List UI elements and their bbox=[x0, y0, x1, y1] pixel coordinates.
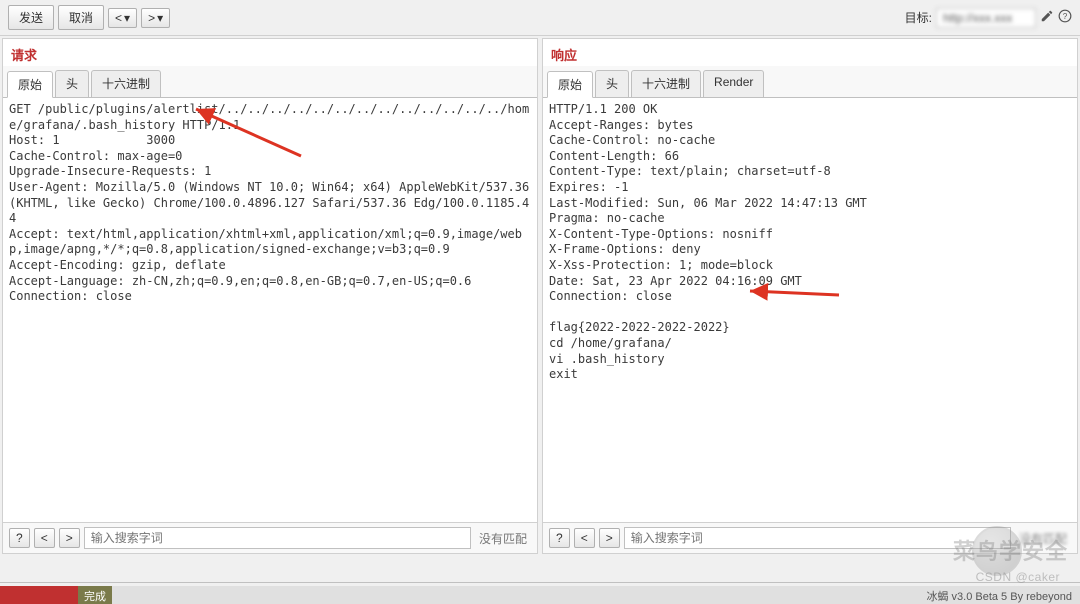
strip-done: 完成 bbox=[78, 586, 112, 604]
svg-text:?: ? bbox=[1063, 12, 1068, 21]
dropdown-icon: ▾ bbox=[124, 11, 130, 25]
dropdown-icon: ▾ bbox=[157, 11, 163, 25]
watermark-text: 菜鸟学安全 bbox=[953, 534, 1068, 566]
panes-container: 请求 原始 头 十六进制 GET /public/plugins/alertli… bbox=[0, 36, 1080, 556]
watermark-csdn: CSDN @caker bbox=[976, 570, 1060, 584]
request-search-prev[interactable]: < bbox=[34, 528, 55, 548]
send-button[interactable]: 发送 bbox=[8, 5, 54, 30]
response-pane: 响应 原始 头 十六进制 Render HTTP/1.1 200 OK Acce… bbox=[542, 38, 1078, 554]
request-nomatch: 没有匹配 bbox=[475, 530, 531, 547]
bottom-strip: 完成 冰蝎 v3.0 Beta 5 By rebeyond bbox=[0, 586, 1080, 604]
tab-render-resp[interactable]: Render bbox=[703, 70, 764, 97]
response-body[interactable]: HTTP/1.1 200 OK Accept-Ranges: bytes Cac… bbox=[543, 98, 1077, 522]
prev-button[interactable]: <▾ bbox=[108, 8, 137, 28]
response-tabs: 原始 头 十六进制 Render bbox=[543, 66, 1077, 98]
pencil-icon[interactable] bbox=[1040, 9, 1054, 26]
tab-raw-resp[interactable]: 原始 bbox=[547, 71, 593, 98]
response-search-prev[interactable]: < bbox=[574, 528, 595, 548]
request-search-row: ? < > 没有匹配 bbox=[3, 522, 537, 553]
request-search-input[interactable] bbox=[84, 527, 471, 549]
tab-headers[interactable]: 头 bbox=[55, 70, 89, 97]
top-toolbar: 发送 取消 <▾ >▾ 目标: ? bbox=[0, 0, 1080, 36]
request-search-next[interactable]: > bbox=[59, 528, 80, 548]
strip-red bbox=[0, 586, 78, 604]
chevron-right-icon: > bbox=[148, 11, 155, 25]
tab-hex[interactable]: 十六进制 bbox=[91, 70, 161, 97]
response-search-next[interactable]: > bbox=[599, 528, 620, 548]
request-body[interactable]: GET /public/plugins/alertlist/../../../.… bbox=[3, 98, 537, 522]
target-area: 目标: ? bbox=[905, 8, 1072, 28]
response-search-help[interactable]: ? bbox=[549, 528, 570, 548]
request-tabs: 原始 头 十六进制 bbox=[3, 66, 537, 98]
request-pane: 请求 原始 头 十六进制 GET /public/plugins/alertli… bbox=[2, 38, 538, 554]
help-icon[interactable]: ? bbox=[1058, 9, 1072, 26]
tab-headers-resp[interactable]: 头 bbox=[595, 70, 629, 97]
target-input[interactable] bbox=[936, 8, 1036, 28]
chevron-left-icon: < bbox=[115, 11, 122, 25]
next-button[interactable]: >▾ bbox=[141, 8, 170, 28]
tab-raw[interactable]: 原始 bbox=[7, 71, 53, 98]
request-title: 请求 bbox=[3, 39, 537, 66]
cancel-button[interactable]: 取消 bbox=[58, 5, 104, 30]
request-search-help[interactable]: ? bbox=[9, 528, 30, 548]
strip-version: 冰蝎 v3.0 Beta 5 By rebeyond bbox=[918, 586, 1080, 604]
target-label: 目标: bbox=[905, 9, 932, 26]
response-title: 响应 bbox=[543, 39, 1077, 66]
tab-hex-resp[interactable]: 十六进制 bbox=[631, 70, 701, 97]
